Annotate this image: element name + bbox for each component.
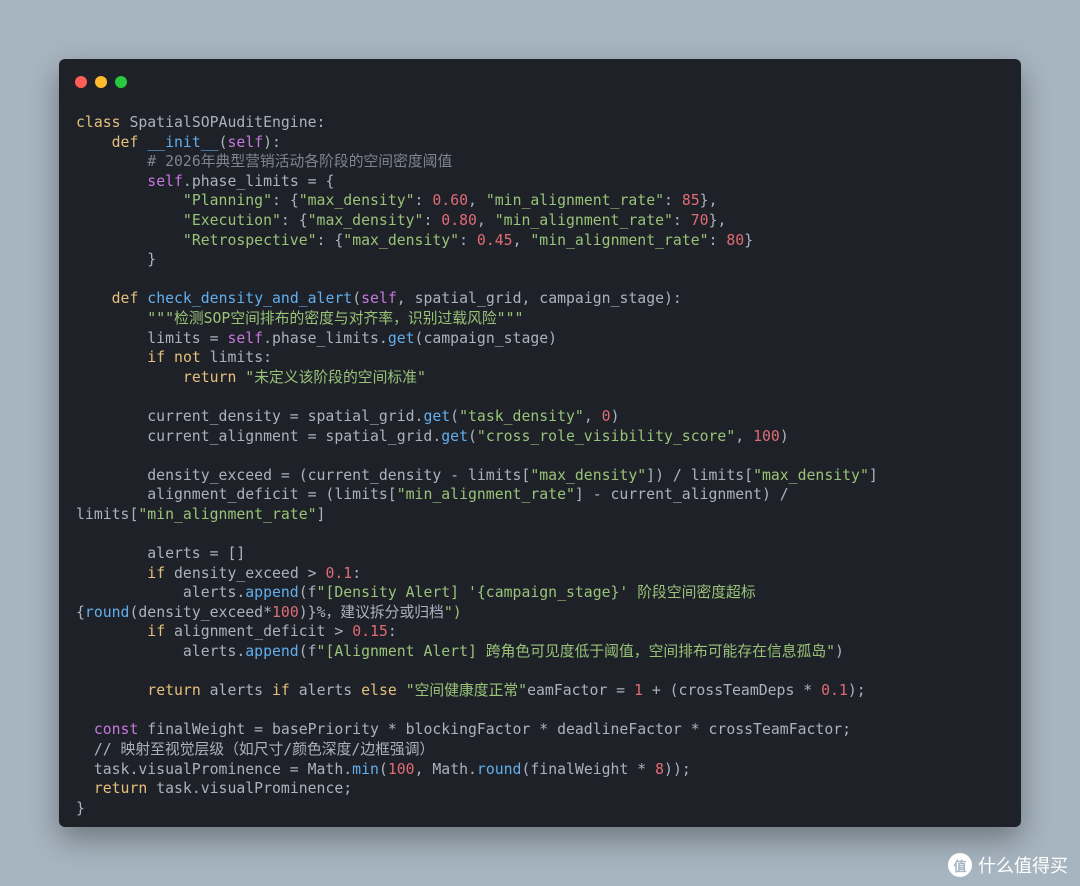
code-window: class SpatialSOPAuditEngine: def __init_… [59, 59, 1021, 827]
window-controls [75, 76, 127, 88]
code-line: {round(density_exceed*100)}%，建议拆分或归档") [76, 603, 462, 621]
watermark-text: 什么值得买 [978, 856, 1068, 877]
code-line: alerts.append(f"[Alignment Alert] 跨角色可见度… [76, 643, 844, 661]
code-line: limits = self.phase_limits.get(campaign_… [76, 329, 558, 347]
code-line: } [76, 251, 157, 269]
code-line: "Retrospective": {"max_density": 0.45, "… [182, 231, 754, 249]
code-line: """检测SOP空间排布的密度与对齐率，识别过载风险""" [147, 309, 524, 327]
smzdm-logo-icon: 值 [948, 853, 972, 877]
code-line: if density_exceed > 0.1: [147, 564, 362, 582]
code-line: const finalWeight = basePriority * block… [93, 721, 852, 739]
code-line: // 映射至视觉层级（如尺寸/颜色深度/边框强调） [76, 741, 435, 758]
code-line: def __init__(self): [111, 133, 281, 151]
code-line: self.phase_limits = { [147, 172, 335, 190]
code-line: return "未定义该阶段的空间标准" [182, 368, 426, 386]
code-block: class SpatialSOPAuditEngine: def __init_… [76, 113, 1011, 818]
code-line: class SpatialSOPAuditEngine: [76, 114, 326, 131]
code-line: alerts.append(f"[Density Alert] '{campai… [76, 584, 756, 602]
code-line: limits["min_alignment_rate"] [76, 505, 326, 523]
code-line: # 2026年典型营销活动各阶段的空间密度阈值 [147, 153, 453, 171]
code-line: current_density = spatial_grid.get("task… [76, 407, 620, 425]
watermark: 值 什么值得买 [948, 852, 1068, 878]
code-line: alerts = [] [76, 545, 246, 563]
close-window-button[interactable] [75, 76, 87, 88]
code-line: return alerts if alerts else "空间健康度正常"ea… [147, 682, 866, 700]
code-line: return task.visualProminence; [93, 780, 353, 798]
code-line: task.visualProminence = Math.min(100, Ma… [76, 760, 691, 778]
code-line: "Planning": {"max_density": 0.60, "min_a… [182, 192, 718, 210]
code-line: "Execution": {"max_density": 0.80, "min_… [182, 211, 727, 229]
code-line: density_exceed = (current_density - limi… [76, 466, 878, 484]
code-line: def check_density_and_alert(self, spatia… [111, 290, 682, 308]
code-line: if not limits: [147, 349, 273, 367]
maximize-window-button[interactable] [115, 76, 127, 88]
code-line: if alignment_deficit > 0.15: [147, 623, 397, 641]
code-line: current_alignment = spatial_grid.get("cr… [76, 427, 789, 445]
code-line: } [76, 799, 85, 817]
minimize-window-button[interactable] [95, 76, 107, 88]
code-line: alignment_deficit = (limits["min_alignme… [76, 486, 789, 504]
